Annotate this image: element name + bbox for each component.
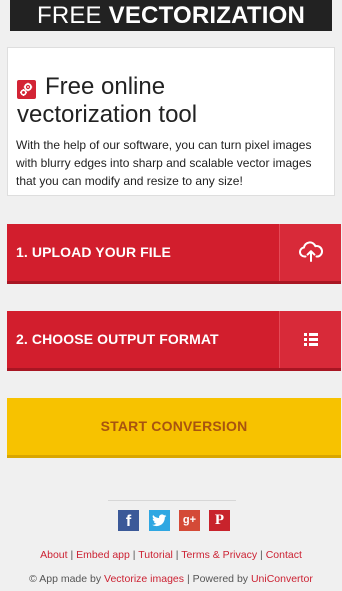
choose-format-label: 2. CHOOSE OUTPUT FORMAT	[16, 331, 219, 347]
footer-credits: © App made by Vectorize images | Powered…	[0, 573, 342, 585]
link-separator: |	[70, 549, 74, 561]
choose-format-button[interactable]: 2. CHOOSE OUTPUT FORMAT	[7, 311, 341, 371]
link-separator: |	[260, 549, 263, 561]
contact-link[interactable]: Contact	[266, 549, 302, 561]
header-title-light: FREE	[36, 2, 102, 29]
format-icon-slot[interactable]	[280, 311, 341, 368]
footer-divider	[108, 500, 236, 501]
footer-links: About | Embed app | Tutorial | Terms & P…	[0, 549, 342, 561]
pinterest-icon[interactable]: P	[209, 510, 230, 531]
uniconvertor-link[interactable]: UniConvertor	[251, 573, 313, 585]
header-title-bold: VECTORIZATION	[108, 2, 306, 29]
about-link[interactable]: About	[40, 549, 67, 561]
cloud-upload-icon	[299, 241, 323, 262]
intro-description: With the help of our software, you can t…	[16, 138, 312, 188]
upload-file-button[interactable]: 1. UPLOAD YOUR FILE	[7, 224, 341, 284]
app-header: FREE VECTORIZATION	[10, 0, 332, 31]
facebook-icon[interactable]: f	[118, 510, 139, 531]
terms-privacy-link[interactable]: Terms & Privacy	[181, 549, 257, 561]
intro-title-line1: Free online	[45, 73, 166, 100]
embed-app-link[interactable]: Embed app	[76, 549, 130, 561]
intro-card: Free online vectorization tool With the …	[7, 47, 335, 196]
list-icon	[304, 333, 318, 346]
upload-file-label: 1. UPLOAD YOUR FILE	[16, 244, 171, 260]
credit-prefix: © App made by	[29, 573, 102, 585]
intro-title-line2: vectorization tool	[17, 101, 198, 128]
link-separator: |	[175, 549, 179, 561]
twitter-icon[interactable]	[149, 510, 170, 531]
start-conversion-button[interactable]: START CONVERSION	[7, 398, 341, 458]
upload-icon-slot[interactable]	[280, 224, 341, 281]
link-separator: |	[132, 549, 136, 561]
social-share-bar: f g+ P	[118, 510, 238, 532]
vectorize-images-link[interactable]: Vectorize images	[104, 573, 184, 585]
google-plus-icon[interactable]: g+	[179, 510, 200, 531]
intro-title: Free online	[17, 73, 327, 101]
tutorial-link[interactable]: Tutorial	[138, 549, 173, 561]
credit-middle: | Powered by	[186, 573, 249, 585]
gears-icon	[17, 80, 36, 99]
